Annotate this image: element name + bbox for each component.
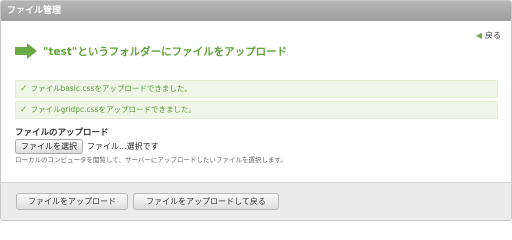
page-title: "test"というフォルダーにファイルをアップロード	[43, 45, 288, 58]
page-heading: "test"というフォルダーにファイルをアップロード	[15, 43, 287, 59]
back-label: 戻る	[485, 31, 501, 40]
success-message: ✓ ファイルgridpc.cssをアップロードできました。	[15, 101, 498, 119]
footer-bar: ファイルをアップロード ファイルをアップロードして戻る	[1, 182, 511, 220]
window-title: ファイル管理	[1, 1, 511, 21]
file-manager-window: ファイル管理 ◀ 戻る "test"というフォルダーにファイルをアップロード ✓…	[0, 0, 512, 221]
upload-and-back-button[interactable]: ファイルをアップロードして戻る	[133, 193, 279, 210]
message-list: ✓ ファイルbasic.cssをアップロードできました。 ✓ ファイルgridp…	[15, 80, 498, 122]
arrow-left-icon: ◀	[475, 31, 482, 40]
upload-label: ファイルのアップロード	[15, 128, 109, 138]
message-text: ファイルgridpc.cssをアップロードできました。	[30, 105, 196, 114]
choose-file-button[interactable]: ファイルを選択	[15, 139, 83, 154]
success-message: ✓ ファイルbasic.cssをアップロードできました。	[15, 80, 498, 98]
upload-button[interactable]: ファイルをアップロード	[16, 193, 128, 210]
back-link[interactable]: ◀ 戻る	[476, 30, 501, 41]
message-text: ファイルbasic.cssをアップロードできました。	[30, 84, 192, 93]
check-icon: ✓	[20, 84, 28, 94]
arrow-right-icon	[15, 43, 37, 59]
upload-help-text: ローカルのコンピュータを閲覧して、サーバーにアップロードしたいファイルを選択しま…	[15, 156, 287, 164]
file-status: ファイル...選択です	[87, 142, 159, 151]
file-input-row: ファイルを選択 ファイル...選択です	[15, 139, 159, 154]
check-icon: ✓	[20, 105, 28, 115]
